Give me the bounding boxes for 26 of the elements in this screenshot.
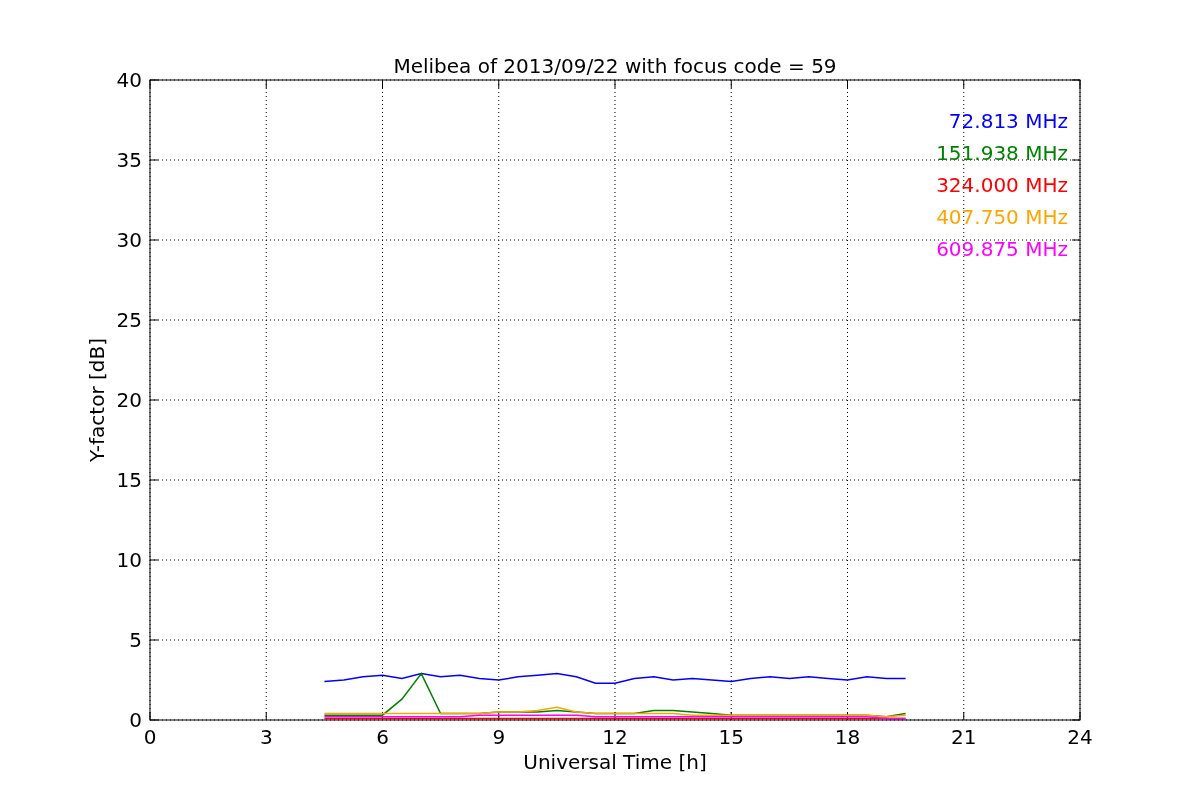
- y-tick-label: 30: [116, 228, 142, 252]
- chart-title: Melibea of 2013/09/22 with focus code = 59: [393, 54, 837, 78]
- x-axis-label: Universal Time [h]: [523, 750, 707, 774]
- legend-label: 151.938 MHz: [936, 141, 1068, 165]
- x-tick-label: 15: [718, 725, 744, 749]
- y-tick-label: 0: [129, 708, 142, 732]
- legend-label: 72.813 MHz: [948, 109, 1068, 133]
- x-tick-label: 3: [259, 725, 273, 749]
- x-tick-label: 6: [376, 725, 389, 749]
- y-tick-label: 20: [116, 388, 142, 412]
- y-tick-label: 15: [116, 468, 142, 492]
- y-tick-label: 5: [129, 628, 142, 652]
- x-tick-label: 12: [602, 725, 628, 749]
- y-tick-label: 35: [116, 148, 142, 172]
- legend-label: 324.000 MHz: [936, 173, 1068, 197]
- y-tick-label: 10: [116, 548, 142, 572]
- legend-label: 609.875 MHz: [936, 237, 1068, 261]
- x-tick-label: 21: [951, 725, 977, 749]
- x-tick-label: 24: [1067, 725, 1093, 749]
- x-tick-label: 18: [834, 725, 861, 749]
- y-tick-label: 25: [116, 308, 142, 332]
- legend-label: 407.750 MHz: [936, 205, 1068, 229]
- y-tick-label: 40: [116, 68, 142, 92]
- x-tick-label: 9: [492, 725, 506, 749]
- y-axis-label: Y-factor [dB]: [85, 338, 109, 462]
- x-tick-label: 0: [143, 725, 157, 749]
